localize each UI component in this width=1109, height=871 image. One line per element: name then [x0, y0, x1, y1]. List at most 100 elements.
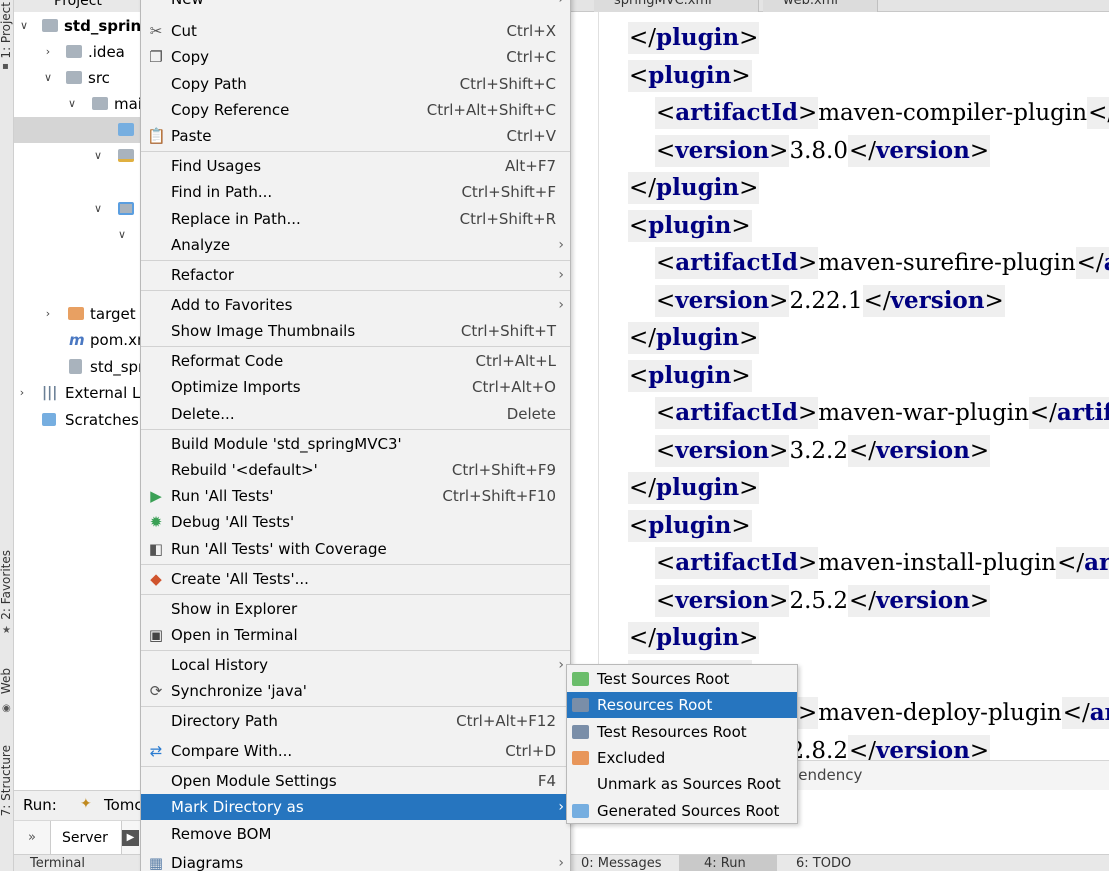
more-chevron[interactable]: »: [28, 830, 36, 845]
editor-tab-webxml[interactable]: web.xml: [763, 0, 878, 12]
chevron-down-icon[interactable]: ∨: [92, 143, 104, 169]
chevron-down-icon[interactable]: ∨: [42, 65, 54, 91]
submenu-item-generated-sources-root[interactable]: Generated Sources Root: [567, 798, 797, 824]
menu-item-open-in-terminal[interactable]: ▣ Open in Terminal: [141, 622, 570, 648]
menu-item-find-in-path[interactable]: Find in Path... Ctrl+Shift+F: [141, 179, 570, 205]
tree-row-webinf[interactable]: ∨: [14, 222, 144, 248]
chevron-right-icon[interactable]: ›: [42, 39, 54, 65]
menu-item-analyze[interactable]: Analyze ›: [141, 232, 570, 258]
chevron-down-icon[interactable]: ∨: [18, 13, 30, 39]
tree-row-java-selected[interactable]: [14, 117, 144, 143]
todo-tab[interactable]: 6: TODO: [796, 856, 851, 871]
menu-item-open-module-settings[interactable]: Open Module Settings F4: [141, 768, 570, 794]
editor-tab-springmvc[interactable]: springMVC.xml: [594, 0, 759, 12]
code-line[interactable]: </plugin>: [628, 322, 760, 354]
menu-item-shortcut: Ctrl+C: [506, 48, 556, 66]
diagram-icon: ▦: [148, 854, 164, 871]
menu-item-copy[interactable]: ❐ Copy Ctrl+C: [141, 44, 570, 70]
chevron-right-icon[interactable]: ›: [42, 301, 54, 327]
menu-item-show-image-thumbnails[interactable]: Show Image Thumbnails Ctrl+Shift+T: [141, 318, 570, 344]
code-line[interactable]: </plugin>: [628, 622, 760, 654]
tree-row-main[interactable]: ∨ main: [14, 91, 144, 117]
menu-item-find-usages[interactable]: Find Usages Alt+F7: [141, 153, 570, 179]
code-line[interactable]: <artifactId>maven-install-plugin</artifa…: [655, 547, 1109, 579]
menu-item-synchronize-java[interactable]: ⟳ Synchronize 'java': [141, 678, 570, 704]
submenu-item-test-resources-root[interactable]: Test Resources Root: [567, 719, 797, 745]
chevron-down-icon[interactable]: ∨: [66, 91, 78, 117]
menu-item-copy-path[interactable]: Copy Path Ctrl+Shift+C: [141, 71, 570, 97]
code-line[interactable]: <plugin>: [628, 59, 752, 92]
code-line[interactable]: <artifactId>maven-compiler-plugin</artif…: [655, 97, 1109, 129]
menu-separator: [141, 151, 570, 152]
xml-tag: <plugin>: [628, 509, 752, 542]
menu-item-compare-with[interactable]: ⇄ Compare With... Ctrl+D: [141, 738, 570, 764]
menu-item-optimize-imports[interactable]: Optimize Imports Ctrl+Alt+O: [141, 374, 570, 400]
chevron-right-icon[interactable]: ›: [16, 380, 28, 406]
menu-item-remove-bom[interactable]: Remove BOM: [141, 821, 570, 847]
menu-item-directory-path[interactable]: Directory Path Ctrl+Alt+F12: [141, 708, 570, 734]
code-line[interactable]: <plugin>: [628, 209, 752, 242]
menu-item-delete[interactable]: Delete... Delete: [141, 401, 570, 427]
tree-row-target[interactable]: › target: [14, 301, 144, 327]
tree-row-external-libraries[interactable]: › ||| External Libraries: [14, 380, 144, 406]
console-icon[interactable]: ▶: [122, 830, 139, 846]
code-line[interactable]: <artifactId>maven-surefire-plugin</artif…: [655, 247, 1109, 279]
code-line[interactable]: <version>3.8.0</version>: [655, 134, 991, 167]
code-line[interactable]: <artifactId>maven-war-plugin</artifactId…: [655, 397, 1109, 429]
code-editor[interactable]: springMVC.xml web.xml </plugin> <plugin> <…: [570, 0, 1109, 760]
tree-row-iml[interactable]: std_springMVC3.iml: [14, 354, 144, 380]
menu-item-copy-reference[interactable]: Copy Reference Ctrl+Alt+Shift+C: [141, 97, 570, 123]
menu-item-reformat-code[interactable]: Reformat Code Ctrl+Alt+L: [141, 348, 570, 374]
code-line[interactable]: <version>2.5.2</version>: [655, 584, 991, 617]
menu-item-shortcut: Ctrl+Alt+O: [472, 378, 556, 396]
submenu-item-test-sources-root[interactable]: Test Sources Root: [567, 666, 797, 692]
menu-item-label: Build Module 'std_springMVC3': [171, 435, 402, 453]
submenu-item-resources-root[interactable]: Resources Root: [567, 692, 797, 719]
tree-row-src[interactable]: ∨ src: [14, 65, 144, 91]
menu-item-debug-all-tests[interactable]: ✹ Debug 'All Tests': [141, 509, 570, 535]
favorites-tool-tab[interactable]: 2: Favorites: [0, 550, 13, 620]
xml-tag: <plugin>: [628, 359, 752, 392]
menu-item-add-to-favorites[interactable]: Add to Favorites ›: [141, 292, 570, 318]
structure-tool-tab[interactable]: 7: Structure: [0, 745, 13, 816]
menu-item-cut[interactable]: ✂ Cut Ctrl+X: [141, 18, 570, 44]
menu-item-new[interactable]: New ›: [141, 0, 570, 12]
submenu-item-unmark-as-sources-root[interactable]: Unmark as Sources Root: [567, 771, 797, 797]
code-line[interactable]: <plugin>: [628, 509, 752, 542]
tree-row-resources[interactable]: ∨: [14, 143, 144, 169]
tree-row-idea[interactable]: › .idea: [14, 39, 144, 65]
project-tool-tab[interactable]: 1: Project: [0, 2, 13, 59]
menu-item-local-history[interactable]: Local History ›: [141, 652, 570, 678]
code-line[interactable]: </plugin>: [628, 172, 760, 204]
run-tab[interactable]: 4: Run: [704, 856, 746, 871]
server-tab[interactable]: Server: [62, 830, 108, 846]
submenu-item-excluded[interactable]: Excluded: [567, 745, 797, 771]
web-tool-tab[interactable]: Web: [0, 668, 13, 694]
code-line[interactable]: </plugin>: [628, 22, 760, 54]
menu-item-refactor[interactable]: Refactor ›: [141, 262, 570, 288]
menu-item-create-all-tests[interactable]: ◆ Create 'All Tests'...: [141, 566, 570, 592]
menu-item-run-all-tests-with-coverage[interactable]: ◧ Run 'All Tests' with Coverage: [141, 536, 570, 562]
menu-item-build-module-std-springmvc3[interactable]: Build Module 'std_springMVC3': [141, 431, 570, 457]
xml-tag: </artifactId>: [1087, 97, 1109, 129]
tree-row-project-root[interactable]: ∨ std_springMVC3: [14, 13, 144, 39]
code-line[interactable]: </plugin>: [628, 472, 760, 504]
tree-row-scratches[interactable]: Scratches and Consoles: [14, 407, 144, 433]
menu-item-show-in-explorer[interactable]: Show in Explorer: [141, 596, 570, 622]
tree-row-webapp[interactable]: ∨: [14, 196, 144, 222]
messages-tab[interactable]: 0: Messages: [581, 856, 662, 871]
menu-item-mark-directory-as[interactable]: Mark Directory as ›: [141, 794, 570, 820]
xml-tag: </artifactId>: [1061, 697, 1109, 729]
terminal-tab[interactable]: Terminal: [30, 856, 85, 871]
menu-item-run-all-tests[interactable]: ▶ Run 'All Tests' Ctrl+Shift+F10: [141, 483, 570, 509]
code-line[interactable]: <version>2.22.1</version>: [655, 284, 1005, 317]
menu-item-rebuild-default[interactable]: Rebuild '<default>' Ctrl+Shift+F9: [141, 457, 570, 483]
menu-item-diagrams[interactable]: ▦ Diagrams ›: [141, 850, 570, 871]
code-line[interactable]: <version>3.2.2</version>: [655, 434, 991, 467]
tree-row-pom[interactable]: m pom.xml: [14, 327, 144, 353]
code-line[interactable]: <plugin>: [628, 359, 752, 392]
chevron-down-icon[interactable]: ∨: [116, 222, 128, 248]
menu-item-paste[interactable]: 📋 Paste Ctrl+V: [141, 123, 570, 149]
chevron-down-icon[interactable]: ∨: [92, 196, 104, 222]
menu-item-replace-in-path[interactable]: Replace in Path... Ctrl+Shift+R: [141, 206, 570, 232]
